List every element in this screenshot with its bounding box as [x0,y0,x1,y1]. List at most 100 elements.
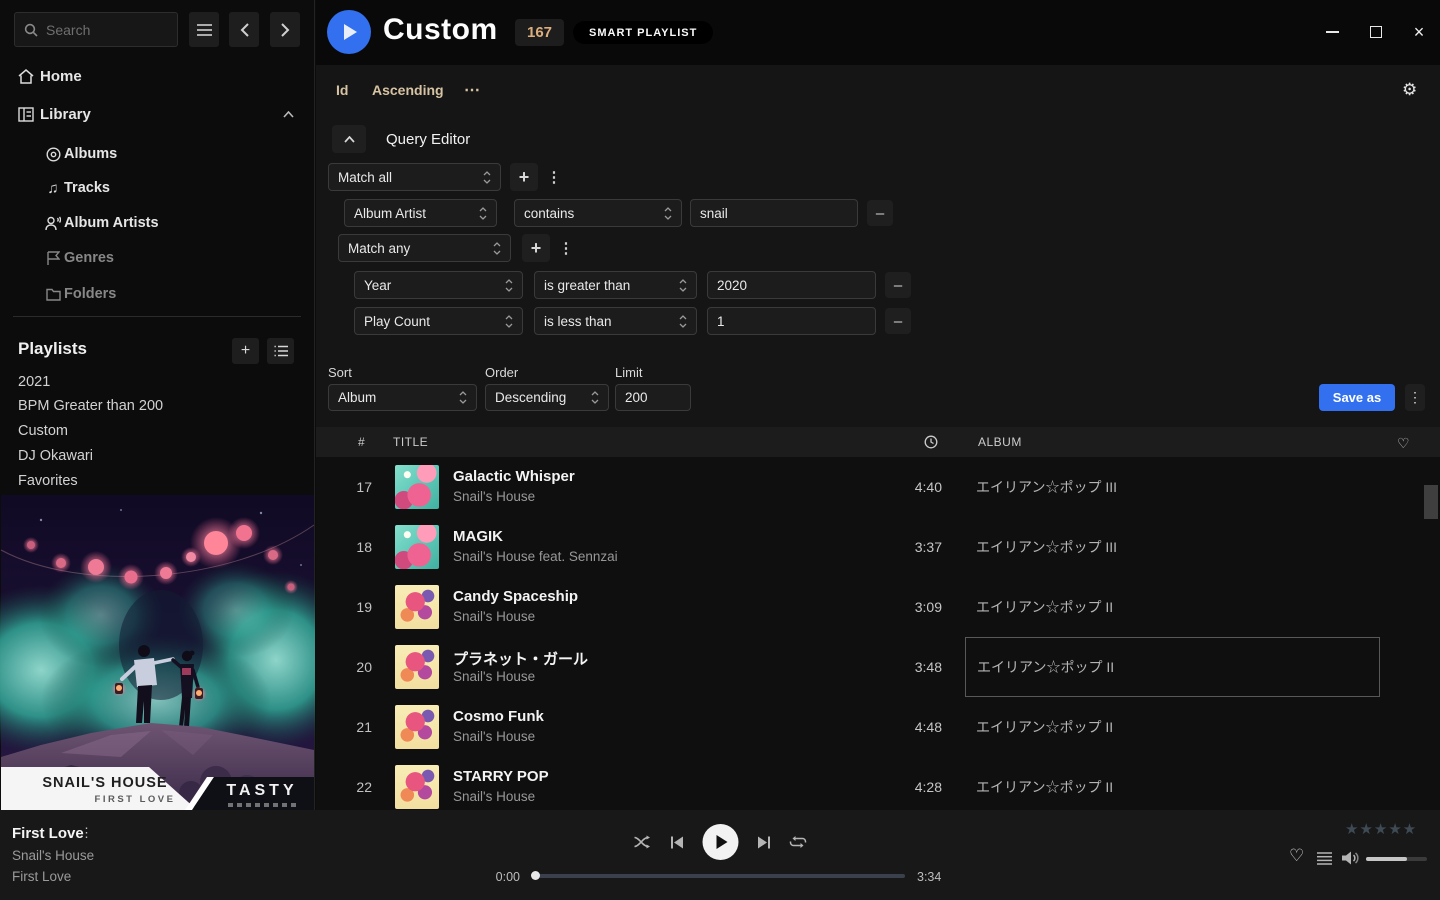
track-row[interactable]: 17 Galactic Whisper Snail's House 4:40 エ… [316,457,1440,517]
query-collapse-button[interactable] [332,125,366,153]
sidebar-item-genres[interactable]: Genres [0,244,314,272]
previous-button[interactable] [671,836,684,849]
save-menu-button[interactable]: ⋮ [1405,384,1425,411]
column-title[interactable]: TITLE [393,435,428,449]
track-row[interactable]: 21 Cosmo Funk Snail's House 4:48 エイリアン☆ポ… [316,697,1440,757]
track-artist: Snail's House [453,789,535,804]
seek-handle[interactable] [531,871,540,880]
chevron-up-icon[interactable] [283,111,294,118]
list-sort-direction[interactable]: Ascending [372,82,444,98]
now-playing-menu-button[interactable]: ⋮ [80,825,93,841]
volume-slider[interactable] [1366,857,1427,861]
track-album-cell[interactable]: エイリアン☆ポップ II [965,757,1380,810]
rule-operator-select[interactable]: is less than [534,307,697,335]
home-icon [17,69,35,84]
add-rule-button[interactable]: + [510,163,538,191]
rule-operator-select[interactable]: contains [514,199,682,227]
track-album-cell[interactable]: エイリアン☆ポップ III [965,517,1380,577]
match-select[interactable]: Match any [338,234,511,262]
group-menu-button[interactable]: ⋮ [546,163,562,191]
order-select[interactable]: Descending [485,384,609,411]
playlist-play-button[interactable] [327,10,371,54]
sidebar-item-folders[interactable]: Folders [0,280,314,308]
rule-field-select[interactable]: Album Artist [344,199,497,227]
column-album[interactable]: ALBUM [978,435,1022,449]
search-box[interactable] [14,12,178,47]
track-album-cell[interactable]: エイリアン☆ポップ III [965,457,1380,517]
playlist-item[interactable]: BPM Greater than 200 [18,394,163,418]
now-playing-artwork[interactable]: SNAIL'S HOUSE FIRST LOVE TASTY [0,495,315,810]
limit-input[interactable] [625,390,681,405]
rule-value-input[interactable] [717,278,866,293]
artwork-album-banner: FIRST LOVE [30,794,240,805]
track-duration: 4:28 [888,779,942,795]
menu-icon [197,24,212,36]
sidebar-item-albums[interactable]: Albums [0,140,314,168]
heart-icon[interactable]: ♡ [1289,846,1304,866]
playlist-item[interactable]: DJ Okawari [18,444,93,468]
volume-button[interactable] [1341,850,1359,871]
playlist-item[interactable]: Custom [18,419,68,443]
playlist-item[interactable]: Favorites [18,469,78,493]
shuffle-button[interactable] [634,835,652,849]
rule-value-input[interactable] [717,314,866,329]
remove-rule-button[interactable]: – [867,200,893,226]
track-album-cell[interactable]: エイリアン☆ポップ II [965,577,1380,637]
track-album-cell[interactable]: エイリアン☆ポップ II [965,697,1380,757]
back-button[interactable] [229,12,259,47]
sidebar-item-home[interactable]: Home [0,62,314,90]
rule-operator-value: is greater than [544,278,630,293]
plus-icon: + [531,238,542,259]
close-button[interactable]: × [1404,18,1434,46]
track-number: 21 [330,719,372,735]
next-button[interactable] [758,836,771,849]
match-select[interactable]: Match all [328,163,501,191]
menu-button[interactable] [189,12,219,47]
sort-select[interactable]: Album [328,384,477,411]
seek-bar[interactable] [535,874,905,878]
playlist-list-button[interactable] [267,338,294,364]
rule-operator-select[interactable]: is greater than [534,271,697,299]
column-number[interactable]: # [358,435,365,449]
playlist-item[interactable]: 2021 [18,370,50,394]
save-as-button[interactable]: Save as [1319,384,1395,411]
rule-field-select[interactable]: Play Count [354,307,523,335]
remove-rule-button[interactable]: – [885,272,911,298]
track-album-cell[interactable]: エイリアン☆ポップ II [965,637,1380,697]
sidebar-item-album-artists[interactable]: Album Artists [0,209,314,237]
track-duration: 3:09 [888,599,942,615]
forward-button[interactable] [270,12,300,47]
play-pause-button[interactable] [703,824,739,860]
add-rule-button[interactable]: + [522,234,550,262]
repeat-button[interactable] [790,835,807,849]
rule-value-input[interactable] [700,206,848,221]
list-sort-field[interactable]: Id [336,82,348,98]
queue-button[interactable] [1317,852,1332,870]
add-playlist-button[interactable]: + [232,338,259,364]
sort-label: Sort [328,365,352,380]
remove-rule-button[interactable]: – [885,308,911,334]
label-sub-mark [228,803,298,807]
track-album: エイリアン☆ポップ III [976,537,1117,557]
previous-icon [671,836,684,849]
sidebar-item-tracks[interactable]: ♫ Tracks [0,174,314,202]
track-row[interactable]: 19 Candy Spaceship Snail's House 3:09 エイ… [316,577,1440,637]
search-icon [24,23,38,37]
track-row[interactable]: 22 STARRY POP Snail's House 4:28 エイリアン☆ポ… [316,757,1440,810]
play-icon [717,835,728,849]
search-input[interactable] [46,22,156,38]
group-menu-button[interactable]: ⋮ [558,234,574,262]
sidebar-item-library[interactable]: Library [0,100,314,128]
rule-field-select[interactable]: Year [354,271,523,299]
maximize-button[interactable] [1361,18,1391,46]
scrollbar-thumb[interactable] [1424,485,1438,519]
gear-icon[interactable]: ⚙ [1402,80,1417,100]
duration-column[interactable] [924,435,938,452]
more-icon[interactable]: ⋯ [464,80,480,100]
heart-column[interactable]: ♡ [1397,435,1410,452]
track-row[interactable]: 18 MAGIK Snail's House feat. Sennzai 3:3… [316,517,1440,577]
track-number: 19 [330,599,372,615]
rating-stars[interactable]: ★★★★★ [1345,820,1417,838]
track-row[interactable]: 20 プラネット・ガール Snail's House 3:48 エイリアン☆ポッ… [316,637,1440,697]
minimize-button[interactable] [1317,18,1347,46]
